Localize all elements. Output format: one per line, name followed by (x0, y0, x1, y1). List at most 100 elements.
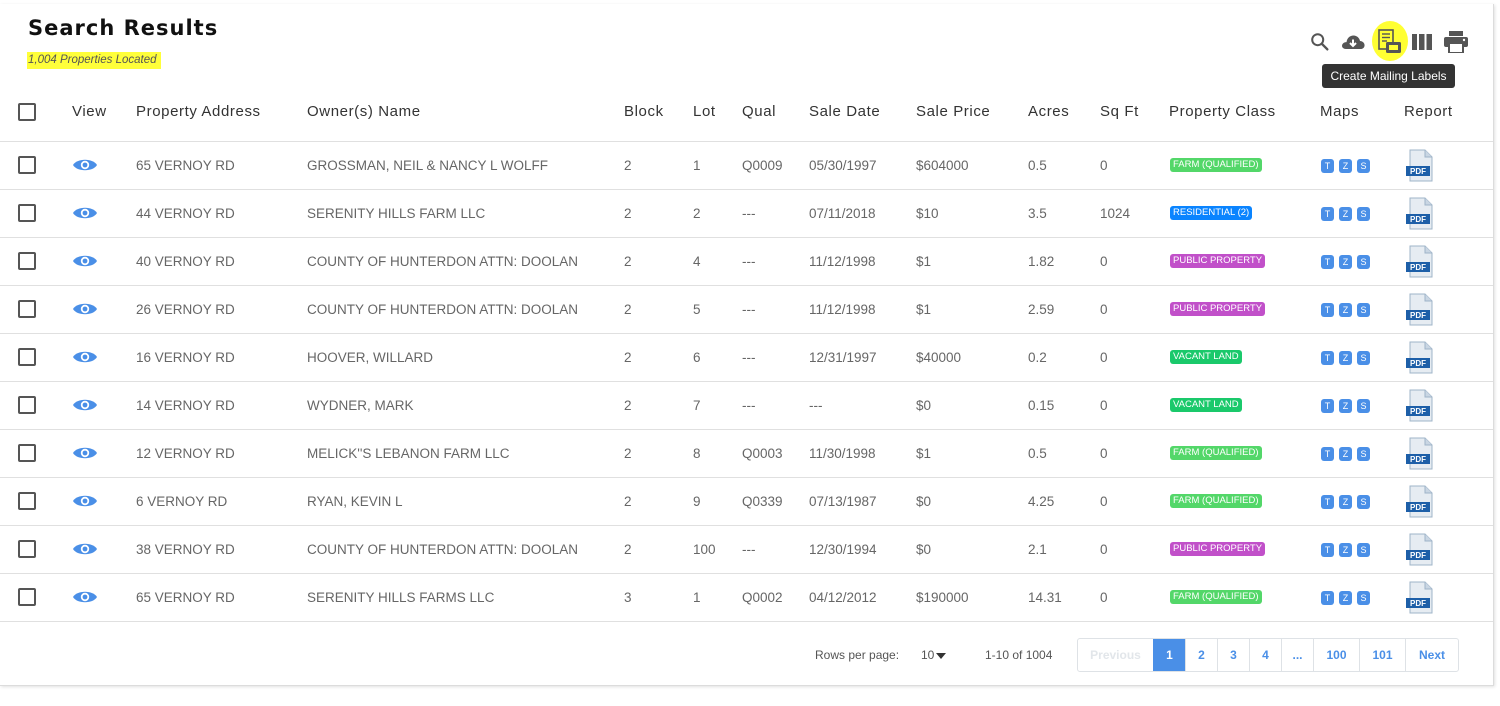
pdf-report-icon[interactable]: PDF (1405, 341, 1434, 374)
row-checkbox[interactable] (18, 156, 36, 174)
view-eye-icon[interactable] (72, 444, 98, 462)
pdf-report-icon[interactable]: PDF (1405, 149, 1434, 182)
page-button[interactable]: 3 (1217, 639, 1249, 671)
street-map-button[interactable]: S (1357, 399, 1370, 413)
row-checkbox[interactable] (18, 540, 36, 558)
pdf-report-icon[interactable]: PDF (1405, 245, 1434, 278)
page-button[interactable]: ... (1281, 639, 1313, 671)
view-eye-icon[interactable] (72, 156, 98, 174)
pdf-label: PDF (1410, 551, 1426, 560)
street-map-button[interactable]: S (1357, 351, 1370, 365)
cell-block: 2 (624, 158, 632, 173)
col-owner[interactable]: Owner(s) Name (307, 93, 421, 131)
tax-map-button[interactable]: T (1321, 591, 1334, 605)
street-map-button[interactable]: S (1357, 159, 1370, 173)
view-eye-icon[interactable] (72, 588, 98, 606)
street-map-button[interactable]: S (1357, 543, 1370, 557)
tax-map-button[interactable]: T (1321, 399, 1334, 413)
row-checkbox[interactable] (18, 396, 36, 414)
cell-owner: GROSSMAN, NEIL & NANCY L WOLFF (307, 158, 549, 173)
create-mailing-labels-button[interactable] (1376, 28, 1404, 56)
tax-map-button[interactable]: T (1321, 207, 1334, 221)
zoning-map-button[interactable]: Z (1339, 543, 1352, 557)
view-eye-icon[interactable] (72, 204, 98, 222)
cell-qual: --- (742, 302, 756, 317)
print-button[interactable] (1442, 28, 1470, 56)
pdf-report-icon[interactable]: PDF (1405, 197, 1434, 230)
col-qual[interactable]: Qual (742, 93, 776, 131)
cell-sale-date: 12/30/1994 (809, 542, 877, 557)
tax-map-button[interactable]: T (1321, 447, 1334, 461)
zoning-map-button[interactable]: Z (1339, 495, 1352, 509)
cell-owner: COUNTY OF HUNTERDON ATTN: DOOLAN (307, 542, 579, 557)
rows-per-page-select[interactable]: 10 (921, 648, 947, 662)
next-page-button[interactable]: Next (1405, 639, 1458, 671)
tax-map-button[interactable]: T (1321, 303, 1334, 317)
row-checkbox[interactable] (18, 588, 36, 606)
view-eye-icon[interactable] (72, 396, 98, 414)
row-checkbox[interactable] (18, 492, 36, 510)
street-map-button[interactable]: S (1357, 591, 1370, 605)
row-checkbox[interactable] (18, 300, 36, 318)
view-eye-icon[interactable] (72, 540, 98, 558)
col-sqft[interactable]: Sq Ft (1100, 93, 1139, 131)
download-button[interactable] (1339, 28, 1367, 56)
rows-per-page-label: Rows per page: (815, 648, 900, 662)
tax-map-button[interactable]: T (1321, 543, 1334, 557)
pdf-report-icon[interactable]: PDF (1405, 581, 1434, 614)
street-map-button[interactable]: S (1357, 255, 1370, 269)
page-button[interactable]: 101 (1359, 639, 1405, 671)
row-checkbox[interactable] (18, 204, 36, 222)
table-row: 65 VERNOY RD SERENITY HILLS FARMS LLC 3 1 Q0… (0, 574, 1493, 622)
pdf-report-icon[interactable]: PDF (1405, 437, 1434, 470)
pdf-report-icon[interactable]: PDF (1405, 389, 1434, 422)
property-class-badge: VACANT LAND (1170, 350, 1242, 364)
col-sale-date[interactable]: Sale Date (809, 93, 880, 131)
col-block[interactable]: Block (624, 93, 664, 131)
property-class-badge: FARM (QUALIFIED) (1170, 158, 1262, 172)
col-property-class[interactable]: Property Class (1169, 93, 1276, 131)
row-checkbox[interactable] (18, 348, 36, 366)
page-button[interactable]: 100 (1313, 639, 1359, 671)
zoning-map-button[interactable]: Z (1339, 591, 1352, 605)
street-map-button[interactable]: S (1357, 495, 1370, 509)
tax-map-button[interactable]: T (1321, 495, 1334, 509)
street-map-button[interactable]: S (1357, 447, 1370, 461)
pdf-report-icon[interactable]: PDF (1405, 485, 1434, 518)
pdf-label: PDF (1410, 407, 1426, 416)
zoning-map-button[interactable]: Z (1339, 159, 1352, 173)
tax-map-button[interactable]: T (1321, 351, 1334, 365)
col-acres[interactable]: Acres (1028, 93, 1069, 131)
page-button[interactable]: 2 (1185, 639, 1217, 671)
pdf-report-icon[interactable]: PDF (1405, 533, 1434, 566)
zoning-map-button[interactable]: Z (1339, 399, 1352, 413)
page-button[interactable]: 4 (1249, 639, 1281, 671)
search-button[interactable] (1306, 28, 1334, 56)
zoning-map-button[interactable]: Z (1339, 255, 1352, 269)
view-eye-icon[interactable] (72, 492, 98, 510)
zoning-map-button[interactable]: Z (1339, 207, 1352, 221)
cell-address: 16 VERNOY RD (136, 350, 235, 365)
select-all-checkbox[interactable] (18, 103, 36, 121)
page-button[interactable]: 1 (1153, 639, 1185, 671)
search-icon (1311, 33, 1329, 51)
col-view[interactable]: View (72, 93, 107, 131)
tax-map-button[interactable]: T (1321, 159, 1334, 173)
row-checkbox[interactable] (18, 252, 36, 270)
col-lot[interactable]: Lot (693, 93, 716, 131)
view-eye-icon[interactable] (72, 348, 98, 366)
row-checkbox[interactable] (18, 444, 36, 462)
pdf-report-icon[interactable]: PDF (1405, 293, 1434, 326)
view-eye-icon[interactable] (72, 300, 98, 318)
tax-map-button[interactable]: T (1321, 255, 1334, 269)
zoning-map-button[interactable]: Z (1339, 447, 1352, 461)
street-map-button[interactable]: S (1357, 303, 1370, 317)
zoning-map-button[interactable]: Z (1339, 351, 1352, 365)
street-map-button[interactable]: S (1357, 207, 1370, 221)
zoning-map-button[interactable]: Z (1339, 303, 1352, 317)
cell-address: 44 VERNOY RD (136, 206, 235, 221)
view-eye-icon[interactable] (72, 252, 98, 270)
col-address[interactable]: Property Address (136, 93, 261, 131)
columns-button[interactable] (1408, 28, 1436, 56)
col-sale-price[interactable]: Sale Price (916, 93, 990, 131)
